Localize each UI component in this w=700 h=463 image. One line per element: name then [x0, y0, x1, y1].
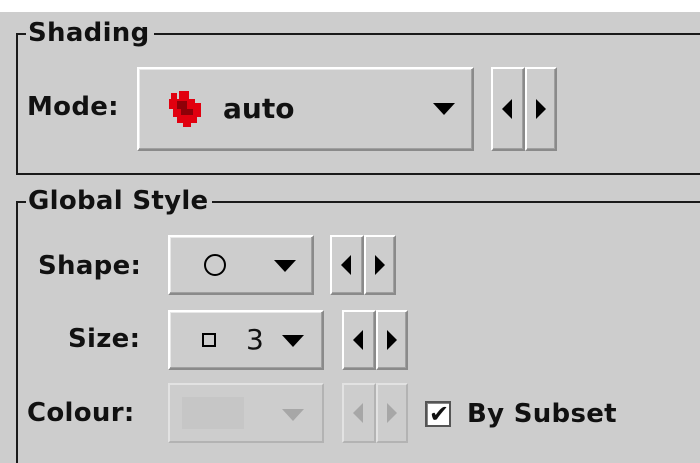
size-prev-button[interactable]	[342, 310, 376, 370]
global-style-title: Global Style	[26, 186, 213, 216]
size-label: Size:	[68, 324, 141, 354]
colour-next-button	[376, 383, 408, 443]
chevron-down-icon	[274, 260, 296, 272]
shape-prev-button[interactable]	[330, 235, 364, 295]
shape-next-button[interactable]	[364, 235, 396, 295]
shape-label: Shape:	[38, 251, 142, 281]
arrow-left-icon	[353, 403, 363, 423]
mode-value: auto	[223, 92, 295, 125]
arrow-right-icon	[375, 255, 385, 275]
size-combo[interactable]: 3	[168, 310, 324, 370]
size-next-button[interactable]	[376, 310, 408, 370]
colour-combo	[168, 383, 324, 443]
arrow-right-icon	[387, 403, 397, 423]
arrow-right-icon	[387, 330, 397, 350]
mode-next-button[interactable]	[525, 67, 557, 151]
red-density-blob-icon	[169, 91, 201, 127]
chevron-down-icon	[282, 335, 304, 347]
arrow-left-icon	[341, 255, 351, 275]
chevron-down-icon	[433, 103, 455, 115]
colour-prev-button	[342, 383, 376, 443]
open-circle-icon	[204, 254, 226, 276]
top-strip	[0, 0, 700, 12]
shape-combo[interactable]	[168, 235, 314, 295]
size-value: 3	[246, 323, 264, 356]
colour-swatch	[182, 397, 244, 429]
arrow-left-icon	[502, 99, 512, 119]
chevron-down-icon	[282, 409, 304, 421]
mode-combo[interactable]: auto	[137, 67, 474, 151]
shading-title: Shading	[26, 18, 154, 48]
arrow-right-icon	[536, 99, 546, 119]
checkmark-icon: ✔	[429, 400, 450, 428]
by-subset-label[interactable]: By Subset	[467, 399, 617, 429]
mode-label: Mode:	[27, 92, 119, 122]
mode-prev-button[interactable]	[491, 67, 525, 151]
arrow-left-icon	[353, 330, 363, 350]
colour-label: Colour:	[27, 398, 135, 428]
by-subset-checkbox[interactable]: ✔	[425, 400, 451, 428]
open-square-icon	[202, 333, 216, 347]
